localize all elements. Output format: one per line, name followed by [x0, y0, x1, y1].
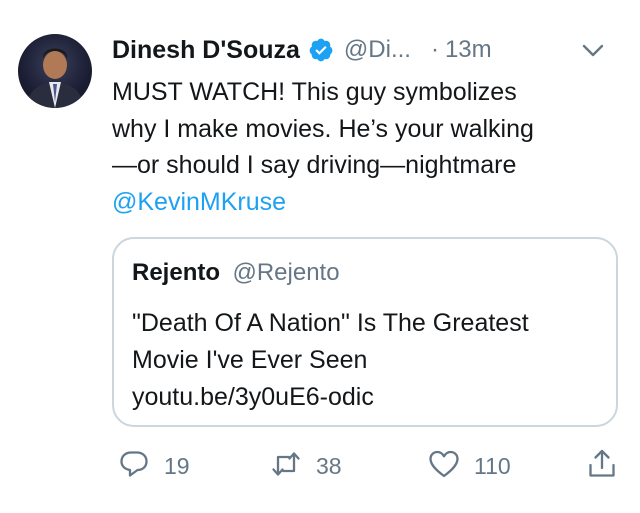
- timestamp[interactable]: 13m: [445, 36, 492, 64]
- tweet-text: MUST WATCH! This guy symbolizes why I ma…: [112, 74, 617, 220]
- tweet-text-line: why I make movies. He’s your walking: [112, 114, 534, 143]
- reply-count: 19: [164, 452, 190, 479]
- tweet-text-line: —or should I say driving—nightmare: [112, 151, 517, 179]
- chevron-down-icon[interactable]: [580, 37, 606, 63]
- quoted-link[interactable]: youtu.be/3y0uE6-odic: [132, 379, 602, 416]
- quoted-tweet[interactable]: Rejento @Rejento "Death Of A Nation" Is …: [112, 237, 618, 427]
- quoted-author-handle: @Rejento: [232, 259, 340, 286]
- like-count: 110: [474, 452, 511, 479]
- separator-dot: ·: [430, 36, 439, 63]
- like-button[interactable]: 110: [428, 446, 511, 486]
- author-name[interactable]: Dinesh D'Souza: [112, 36, 300, 65]
- reply-button[interactable]: 19: [118, 446, 190, 486]
- avatar[interactable]: [18, 34, 92, 108]
- retweet-count: 38: [316, 452, 342, 479]
- verified-badge-icon: [308, 37, 334, 63]
- share-icon: [586, 448, 618, 485]
- quoted-tweet-text: "Death Of A Nation" Is The Greatest Movi…: [132, 305, 602, 416]
- quoted-tweet-header: Rejento @Rejento: [132, 259, 340, 287]
- share-button[interactable]: [586, 446, 618, 486]
- tweet-text-line: MUST WATCH! This guy symbolizes: [112, 78, 517, 106]
- quoted-author-name: Rejento: [132, 259, 221, 286]
- quoted-text-line: "Death Of A Nation" Is The Greatest: [132, 309, 529, 337]
- quoted-text-line: Movie I've Ever Seen: [132, 346, 368, 374]
- mention-link[interactable]: @KevinMKruse: [112, 184, 617, 221]
- action-bar: 19 38 110: [112, 446, 622, 486]
- author-handle[interactable]: @Di...: [344, 36, 411, 64]
- tweet-header: Dinesh D'Souza @Di... · 13m: [112, 33, 622, 67]
- heart-icon: [428, 448, 460, 485]
- reply-icon: [118, 448, 150, 485]
- retweet-icon: [270, 448, 302, 485]
- retweet-button[interactable]: 38: [270, 446, 342, 486]
